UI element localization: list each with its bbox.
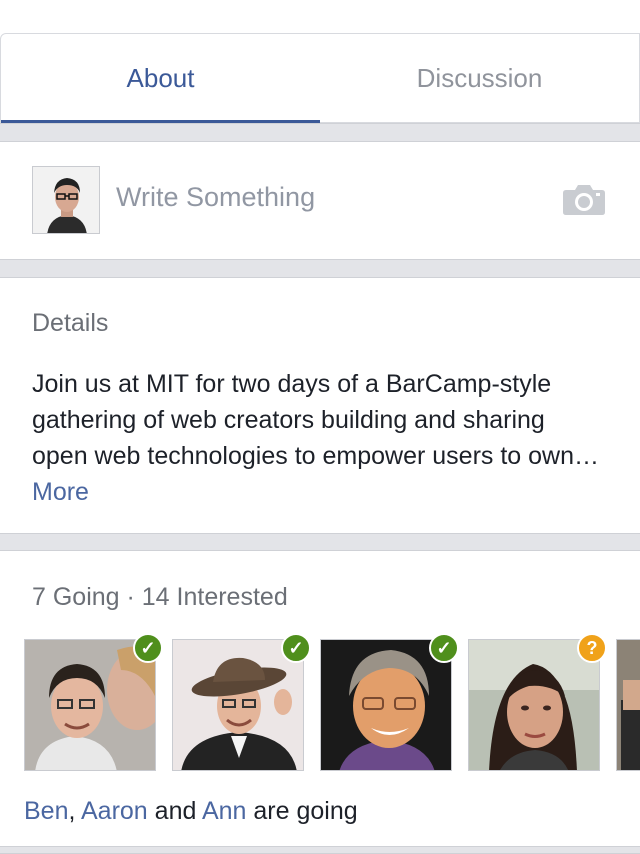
going-summary: Ben, Aaron and Ann are going bbox=[24, 797, 358, 826]
section-divider bbox=[0, 259, 640, 278]
tab-about[interactable]: About bbox=[1, 34, 320, 123]
details-text: Join us at MIT for two days of a BarCamp… bbox=[32, 370, 599, 470]
going-count[interactable]: 7 Going bbox=[32, 583, 120, 611]
guest-counts: 7 Going · 14 Interested bbox=[32, 583, 288, 612]
camera-icon[interactable] bbox=[562, 182, 606, 221]
details-section: Details Join us at MIT for two days of a… bbox=[0, 278, 640, 533]
guest-photo[interactable] bbox=[616, 639, 640, 771]
going-check-icon: ✓ bbox=[133, 633, 163, 663]
post-composer: Write Something bbox=[0, 142, 640, 259]
guest-photo[interactable] bbox=[468, 639, 600, 771]
section-divider bbox=[0, 123, 640, 142]
going-check-icon: ✓ bbox=[429, 633, 459, 663]
avatar[interactable] bbox=[32, 166, 100, 234]
guest-photo[interactable] bbox=[24, 639, 156, 771]
write-something-input[interactable]: Write Something bbox=[116, 182, 315, 213]
maybe-question-icon: ? bbox=[577, 633, 607, 663]
guest-link-ben[interactable]: Ben bbox=[24, 797, 68, 825]
details-heading: Details bbox=[32, 309, 109, 337]
details-description: Join us at MIT for two days of a BarCamp… bbox=[32, 366, 602, 510]
section-divider bbox=[0, 846, 640, 854]
guest-photo[interactable] bbox=[172, 639, 304, 771]
summary-separator: , bbox=[68, 797, 81, 825]
tab-discussion[interactable]: Discussion bbox=[320, 34, 639, 122]
event-tabs: About Discussion bbox=[0, 33, 640, 123]
interested-count[interactable]: 14 Interested bbox=[142, 583, 288, 611]
guest-link-ann[interactable]: Ann bbox=[202, 797, 246, 825]
section-divider bbox=[0, 533, 640, 551]
guests-section: 7 Going · 14 Interested ✓ ✓ ✓ ? Ben, Aar… bbox=[0, 551, 640, 854]
more-link[interactable]: More bbox=[32, 478, 89, 506]
count-separator: · bbox=[119, 583, 142, 611]
summary-and: and bbox=[147, 797, 202, 825]
guest-photo[interactable] bbox=[320, 639, 452, 771]
going-check-icon: ✓ bbox=[281, 633, 311, 663]
summary-suffix: are going bbox=[246, 797, 358, 825]
guest-link-aaron[interactable]: Aaron bbox=[81, 797, 148, 825]
